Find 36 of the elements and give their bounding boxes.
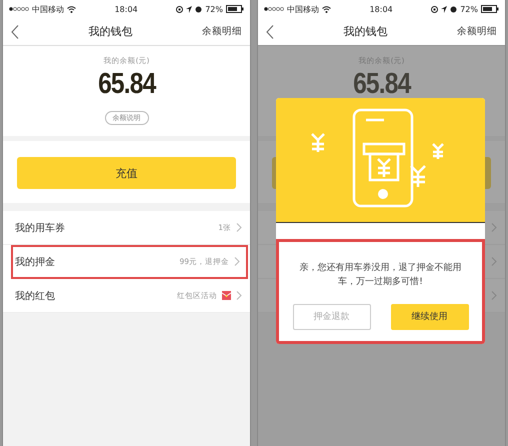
back-icon[interactable] <box>11 24 19 38</box>
battery-percent: 72% <box>205 4 223 14</box>
back-icon[interactable] <box>266 24 274 38</box>
signal-icon <box>264 7 284 11</box>
page-title: 我的钱包 <box>344 24 388 39</box>
chevron-icon <box>491 257 497 266</box>
row-title: 我的押金 <box>15 256 55 268</box>
carrier-name: 中国移动 <box>287 4 319 14</box>
chevron-icon <box>234 257 240 266</box>
wifi-icon <box>67 6 76 12</box>
battery-percent: 72% <box>460 4 478 14</box>
recharge-button[interactable]: 充值 <box>17 157 236 189</box>
balance-amount: 65.84 <box>98 68 156 101</box>
carrier-name: 中国移动 <box>32 4 64 14</box>
location-icon <box>441 6 448 12</box>
row-title: 我的红包 <box>15 290 55 302</box>
continue-button[interactable]: 继续使用 <box>390 304 468 330</box>
chevron-icon <box>236 223 242 232</box>
chevron-icon <box>491 223 497 232</box>
signal-icon <box>9 7 29 11</box>
balance-details-link[interactable]: 余额明细 <box>457 25 497 38</box>
chevron-icon <box>236 291 242 300</box>
dialog-message: 亲，您还有用车券没用，退了押金不能用车，万一过期多可惜! <box>298 262 462 290</box>
balance-amount: 65.84 <box>352 68 410 101</box>
chevron-icon <box>491 291 497 300</box>
wifi-icon <box>322 6 331 12</box>
balance-details-link[interactable]: 余额明细 <box>202 25 242 38</box>
lock-rotation-icon <box>431 6 438 12</box>
clock-time: 18:04 <box>370 4 393 14</box>
battery-icon <box>226 5 244 13</box>
lock-rotation-icon <box>176 6 184 12</box>
page-title: 我的钱包 <box>88 24 132 39</box>
clock-time: 18:04 <box>114 4 138 14</box>
row-title: 我的用车券 <box>15 222 65 234</box>
location-icon <box>186 6 192 12</box>
battery-icon <box>481 5 499 13</box>
